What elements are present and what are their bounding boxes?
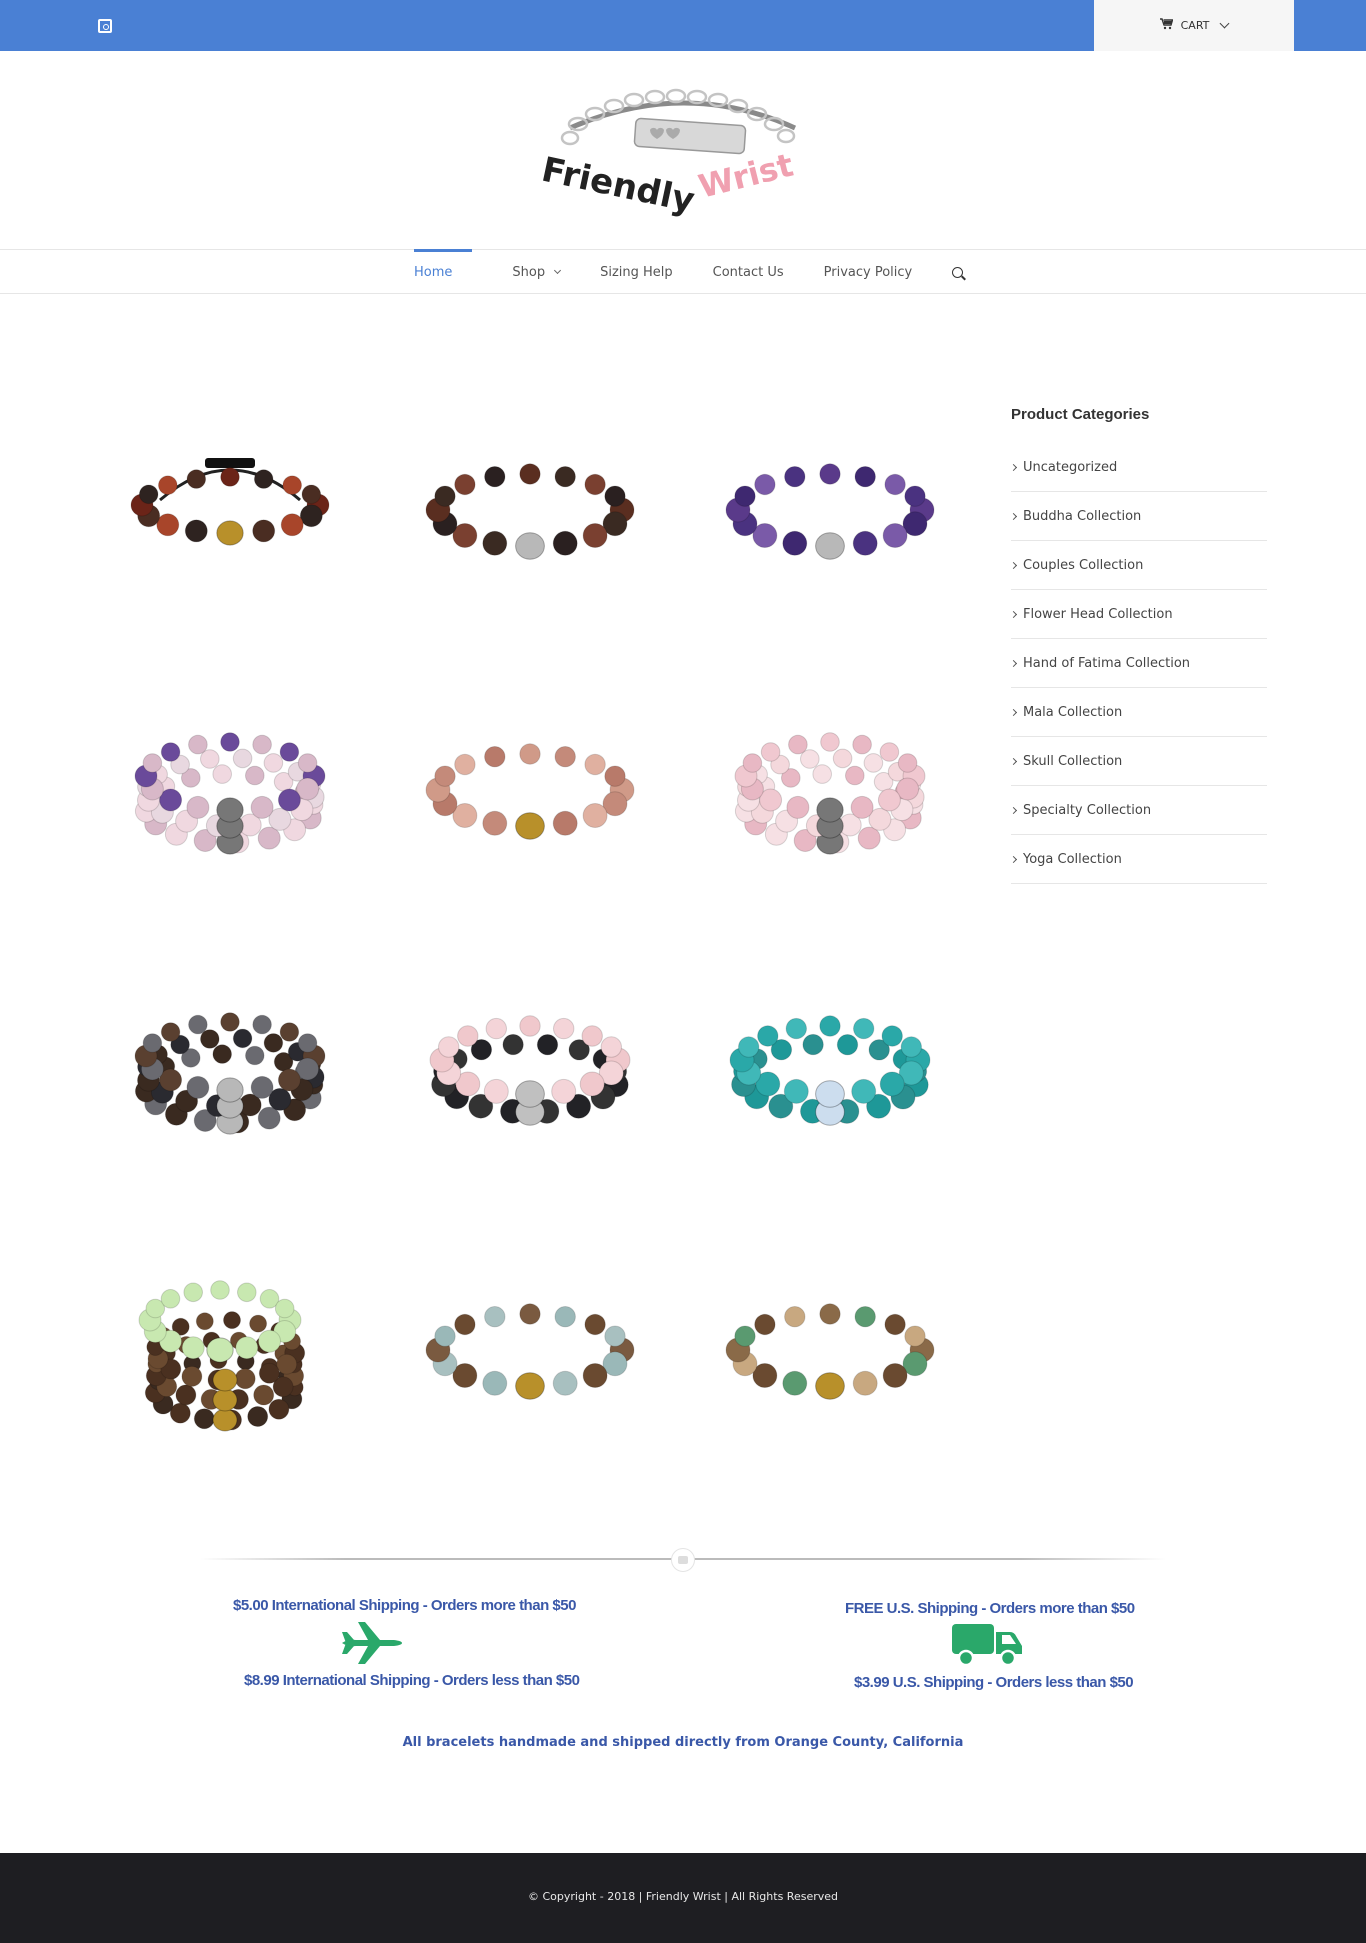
site-logo[interactable]: Friendly Wrist — [538, 88, 830, 221]
nav-label: Privacy Policy — [823, 264, 913, 280]
category-item-flower-head[interactable]: Flower Head Collection — [1009, 590, 1267, 639]
product-thumbnail[interactable] — [120, 1240, 340, 1460]
chevron-right-icon — [1009, 708, 1018, 716]
search-icon — [952, 266, 964, 278]
us-shipping-more: FREE U.S. Shipping - Orders more than $5… — [845, 1600, 1135, 1617]
nav-search[interactable] — [932, 250, 983, 294]
product-thumbnail[interactable] — [420, 680, 640, 900]
product-thumbnail[interactable] — [120, 680, 340, 900]
category-item-yoga[interactable]: Yoga Collection — [1009, 835, 1267, 884]
chevron-down-icon — [554, 266, 562, 275]
product-thumbnail[interactable] — [420, 1240, 640, 1460]
nav-item-sizing-help[interactable]: Sizing Help — [580, 250, 693, 294]
bracelet-image — [429, 1015, 631, 1126]
bracelet-image — [729, 1015, 931, 1126]
cart-label: CART — [1180, 19, 1210, 32]
airplane-icon — [340, 1618, 404, 1672]
bracelet-image — [425, 463, 635, 560]
chevron-right-icon — [1009, 659, 1018, 667]
category-item-hand-of-fatima[interactable]: Hand of Fatima Collection — [1009, 639, 1267, 688]
intl-shipping-less: $8.99 International Shipping - Orders le… — [244, 1672, 580, 1689]
category-label: Mala Collection — [1023, 704, 1123, 720]
chevron-right-icon — [1009, 561, 1018, 569]
category-label: Buddha Collection — [1023, 508, 1142, 524]
category-label: Hand of Fatima Collection — [1023, 655, 1191, 671]
bracelet-image — [134, 732, 326, 855]
category-list: Uncategorized Buddha Collection Couples … — [1009, 443, 1267, 884]
bracelet-image — [725, 463, 935, 560]
category-item-mala[interactable]: Mala Collection — [1009, 688, 1267, 737]
truck-icon — [950, 1620, 1024, 1672]
nav-label: Sizing Help — [600, 264, 673, 280]
copyright-text: © Copyright - 2018 | Friendly Wrist | Al… — [527, 1890, 839, 1903]
product-thumbnail[interactable] — [720, 680, 940, 900]
sidebar-title: Product Categories — [1011, 406, 1150, 423]
us-shipping-less: $3.99 U.S. Shipping - Orders less than $… — [854, 1674, 1134, 1691]
sidebar: Product Categories Uncategorized Buddha … — [1009, 406, 1267, 884]
product-thumbnail[interactable] — [420, 960, 640, 1180]
main-nav: Home Shop Sizing Help Contact Us Privacy… — [0, 249, 1366, 294]
shopping-cart-icon — [1159, 18, 1174, 33]
category-label: Yoga Collection — [1023, 851, 1122, 867]
bracelet-image — [425, 1303, 635, 1400]
separator-icon — [671, 1548, 695, 1572]
product-thumbnail[interactable] — [720, 960, 940, 1180]
nav-label: Shop — [512, 264, 546, 280]
nav-item-home[interactable]: Home — [414, 249, 473, 294]
logo-word-friendly: Friendly — [540, 150, 698, 218]
nav-label: Home — [414, 264, 453, 280]
product-thumbnail[interactable] — [420, 400, 640, 620]
chevron-right-icon — [1009, 463, 1018, 471]
product-thumbnail[interactable] — [120, 400, 340, 620]
category-item-uncategorized[interactable]: Uncategorized — [1009, 443, 1267, 492]
category-label: Flower Head Collection — [1023, 606, 1173, 622]
product-thumbnail[interactable] — [720, 400, 940, 620]
chevron-right-icon — [1009, 806, 1018, 814]
tagline: All bracelets handmade and shipped direc… — [402, 1735, 964, 1750]
nav-label: Contact Us — [712, 264, 784, 280]
category-label: Uncategorized — [1023, 459, 1118, 475]
bracelet-image — [734, 732, 926, 855]
category-label: Skull Collection — [1023, 753, 1123, 769]
cart-button[interactable]: CART — [1094, 0, 1294, 51]
category-item-specialty[interactable]: Specialty Collection — [1009, 786, 1267, 835]
nav-item-privacy-policy[interactable]: Privacy Policy — [804, 250, 933, 294]
intl-shipping-more: $5.00 International Shipping - Orders mo… — [233, 1597, 576, 1614]
product-thumbnail[interactable] — [720, 1240, 940, 1460]
bracelet-image — [138, 1280, 306, 1432]
category-item-buddha[interactable]: Buddha Collection — [1009, 492, 1267, 541]
category-label: Specialty Collection — [1023, 802, 1152, 818]
bracelet-image — [134, 1012, 326, 1135]
category-item-couples[interactable]: Couples Collection — [1009, 541, 1267, 590]
chevron-right-icon — [1009, 512, 1018, 520]
footer: © Copyright - 2018 | Friendly Wrist | Al… — [0, 1853, 1366, 1943]
category-label: Couples Collection — [1023, 557, 1144, 573]
bracelet-image — [130, 458, 330, 546]
nav-item-shop[interactable]: Shop — [472, 250, 580, 294]
top-bar: CART — [0, 0, 1366, 51]
logo-word-wrist: Wrist — [695, 146, 797, 206]
category-item-skull[interactable]: Skull Collection — [1009, 737, 1267, 786]
chevron-right-icon — [1009, 610, 1018, 618]
nav-item-contact-us[interactable]: Contact Us — [693, 250, 804, 294]
chevron-right-icon — [1009, 757, 1018, 765]
bracelet-image — [725, 1303, 935, 1400]
product-thumbnail[interactable] — [120, 960, 340, 1180]
instagram-icon[interactable] — [98, 19, 112, 33]
chevron-down-icon — [1219, 18, 1230, 29]
bracelet-image — [425, 743, 635, 840]
chevron-right-icon — [1009, 855, 1018, 863]
